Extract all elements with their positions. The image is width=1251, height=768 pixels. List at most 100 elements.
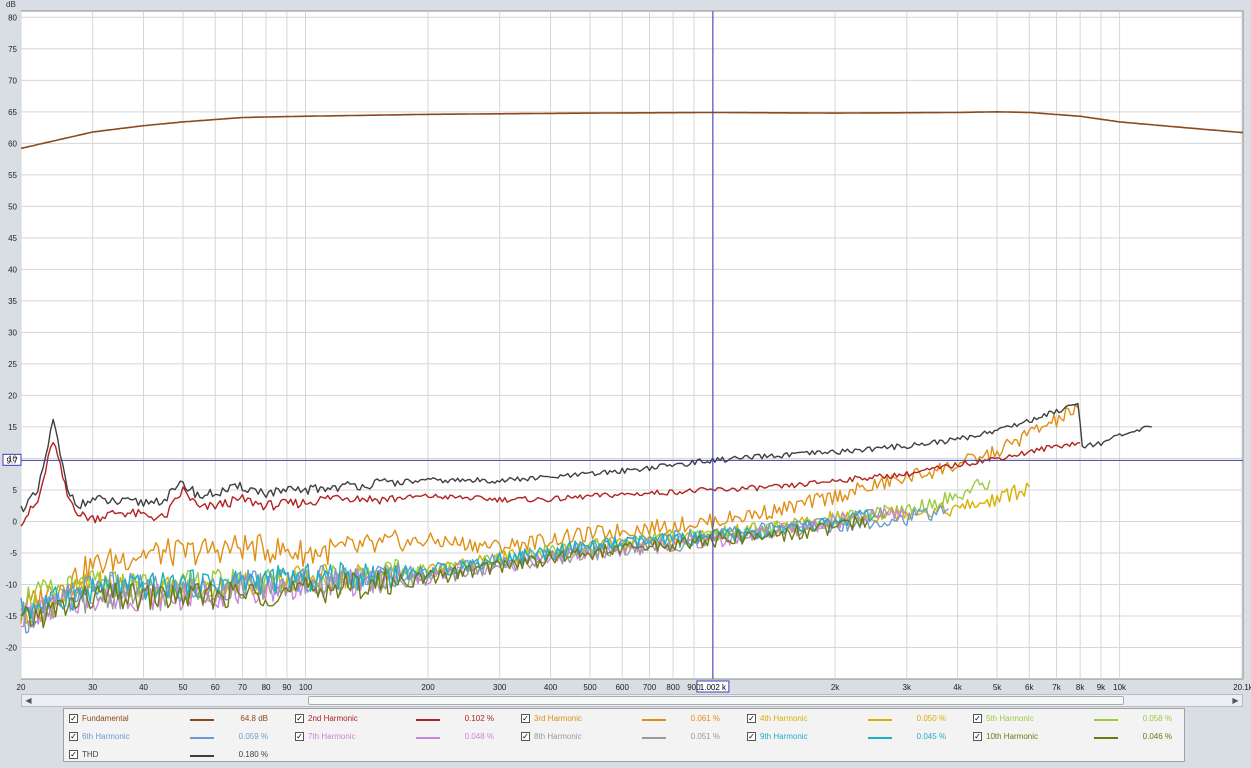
y-tick-label: 40 <box>8 265 17 274</box>
legend-item-6th-harmonic[interactable]: ✓ 6th Harmonic 0.059 % <box>69 730 279 744</box>
legend-checkbox[interactable]: ✓ <box>521 714 530 723</box>
legend-panel: ✓ Fundamental 64.8 dB ✓ 2nd Harmonic 0.102 % ✓… <box>63 708 1185 762</box>
legend-item-7th-harmonic[interactable]: ✓ 7th Harmonic 0.048 % <box>295 730 505 744</box>
x-tick-label: 100 <box>299 683 313 692</box>
legend-color-swatch <box>190 719 214 721</box>
legend-item-3rd-harmonic[interactable]: ✓ 3rd Harmonic 0.061 % <box>521 712 731 726</box>
x-tick-label: 80 <box>262 683 271 692</box>
y-tick-label: -20 <box>5 643 17 652</box>
y-tick-label: 45 <box>8 234 17 243</box>
legend-checkbox[interactable]: ✓ <box>69 750 78 759</box>
legend-item-fundamental[interactable]: ✓ Fundamental 64.8 dB <box>69 712 279 726</box>
legend-series-name: 2nd Harmonic <box>308 714 358 723</box>
legend-item-thd[interactable]: ✓ THD 0.180 % <box>69 748 279 762</box>
y-tick-label: 50 <box>8 202 17 211</box>
y-tick-label: 35 <box>8 297 17 306</box>
horizontal-scrollbar[interactable]: ◀ ▶ <box>21 694 1243 707</box>
legend-series-value: 0.050 % <box>916 714 946 723</box>
y-tick-label: 80 <box>8 13 17 22</box>
x-tick-label: 700 <box>643 683 657 692</box>
legend-color-swatch <box>642 719 666 721</box>
x-tick-label: 4k <box>953 683 962 692</box>
legend-checkbox[interactable]: ✓ <box>747 714 756 723</box>
legend-series-name: THD <box>82 750 99 759</box>
horizontal-gridlines <box>21 16 1243 648</box>
y-tick-label: -15 <box>5 612 17 621</box>
legend-series-value: 0.058 % <box>1142 714 1172 723</box>
y-axis-label: dB <box>6 0 16 9</box>
legend-checkbox[interactable]: ✓ <box>521 732 530 741</box>
legend-checkbox[interactable]: ✓ <box>973 732 982 741</box>
legend-item-8th-harmonic[interactable]: ✓ 8th Harmonic 0.051 % <box>521 730 731 744</box>
y-tick-label: 70 <box>8 76 17 85</box>
x-tick-label: 30 <box>88 683 97 692</box>
x-tick-label: 900 <box>687 683 701 692</box>
x-tick-label: 8k <box>1076 683 1085 692</box>
y-tick-label: 10 <box>8 454 17 463</box>
x-tick-label: 3k <box>903 683 912 692</box>
x-tick-label: 20.1k <box>1233 683 1251 692</box>
scroll-thumb[interactable] <box>308 696 1124 705</box>
x-tick-label: 60 <box>211 683 220 692</box>
legend-series-name: 5th Harmonic <box>986 714 1034 723</box>
y-tick-label: 75 <box>8 45 17 54</box>
y-tick-label: 15 <box>8 423 17 432</box>
y-tick-label: 5 <box>13 486 18 495</box>
x-tick-label: 800 <box>666 683 680 692</box>
scroll-right-arrow-icon[interactable]: ▶ <box>1229 695 1242 706</box>
y-tick-label: 20 <box>8 391 17 400</box>
legend-color-swatch <box>416 719 440 721</box>
y-tick-label: -10 <box>5 580 17 589</box>
legend-series-value: 0.048 % <box>464 732 494 741</box>
legend-series-name: 4th Harmonic <box>760 714 808 723</box>
x-tick-label: 300 <box>493 683 507 692</box>
x-tick-label: 6k <box>1025 683 1034 692</box>
legend-color-swatch <box>1094 737 1118 739</box>
y-tick-label: 0 <box>13 517 18 526</box>
harmonic-distortion-chart: 9.71.002 k 20 30 40 50 60 70 80 90 100 200 300 400 5… <box>0 0 1251 694</box>
x-tick-label: 9k <box>1097 683 1106 692</box>
legend-color-swatch <box>1094 719 1118 721</box>
legend-series-value: 64.8 dB <box>240 714 268 723</box>
legend-checkbox[interactable]: ✓ <box>69 732 78 741</box>
legend-series-value: 0.046 % <box>1142 732 1172 741</box>
legend-checkbox[interactable]: ✓ <box>973 714 982 723</box>
legend-series-name: 8th Harmonic <box>534 732 582 741</box>
legend-color-swatch <box>190 737 214 739</box>
legend-item-10th-harmonic[interactable]: ✓ 10th Harmonic 0.046 % <box>973 730 1183 744</box>
plot-area[interactable] <box>20 10 1244 680</box>
x-tick-label: 500 <box>583 683 597 692</box>
legend-item-9th-harmonic[interactable]: ✓ 9th Harmonic 0.045 % <box>747 730 957 744</box>
x-tick-label: 2k <box>831 683 840 692</box>
y-tick-label: -5 <box>10 549 18 558</box>
y-tick-label: 30 <box>8 328 17 337</box>
cursor-x-readout: 1.002 k <box>700 683 727 692</box>
x-tick-label: 200 <box>421 683 435 692</box>
y-tick-label: 25 <box>8 360 17 369</box>
legend-series-value: 0.045 % <box>916 732 946 741</box>
x-tick-label: 50 <box>179 683 188 692</box>
legend-checkbox[interactable]: ✓ <box>69 714 78 723</box>
legend-item-5th-harmonic[interactable]: ✓ 5th Harmonic 0.058 % <box>973 712 1183 726</box>
legend-color-swatch <box>868 719 892 721</box>
legend-item-4th-harmonic[interactable]: ✓ 4th Harmonic 0.050 % <box>747 712 957 726</box>
legend-series-value: 0.061 % <box>690 714 720 723</box>
legend-series-name: 3rd Harmonic <box>534 714 583 723</box>
legend-series-name: 7th Harmonic <box>308 732 356 741</box>
legend-checkbox[interactable]: ✓ <box>295 714 304 723</box>
x-tick-label: 70 <box>238 683 247 692</box>
x-tick-label: 20 <box>17 683 26 692</box>
x-tick-label: 7k <box>1052 683 1061 692</box>
legend-checkbox[interactable]: ✓ <box>747 732 756 741</box>
legend-series-value: 0.102 % <box>464 714 494 723</box>
legend-series-name: 9th Harmonic <box>760 732 808 741</box>
x-tick-label: 90 <box>282 683 291 692</box>
y-tick-label: 55 <box>8 171 17 180</box>
legend-item-2nd-harmonic[interactable]: ✓ 2nd Harmonic 0.102 % <box>295 712 505 726</box>
legend-color-swatch <box>642 737 666 739</box>
legend-checkbox[interactable]: ✓ <box>295 732 304 741</box>
legend-series-name: 10th Harmonic <box>986 732 1039 741</box>
legend-color-swatch <box>868 737 892 739</box>
scroll-left-arrow-icon[interactable]: ◀ <box>22 695 35 706</box>
x-tick-label: 5k <box>993 683 1002 692</box>
